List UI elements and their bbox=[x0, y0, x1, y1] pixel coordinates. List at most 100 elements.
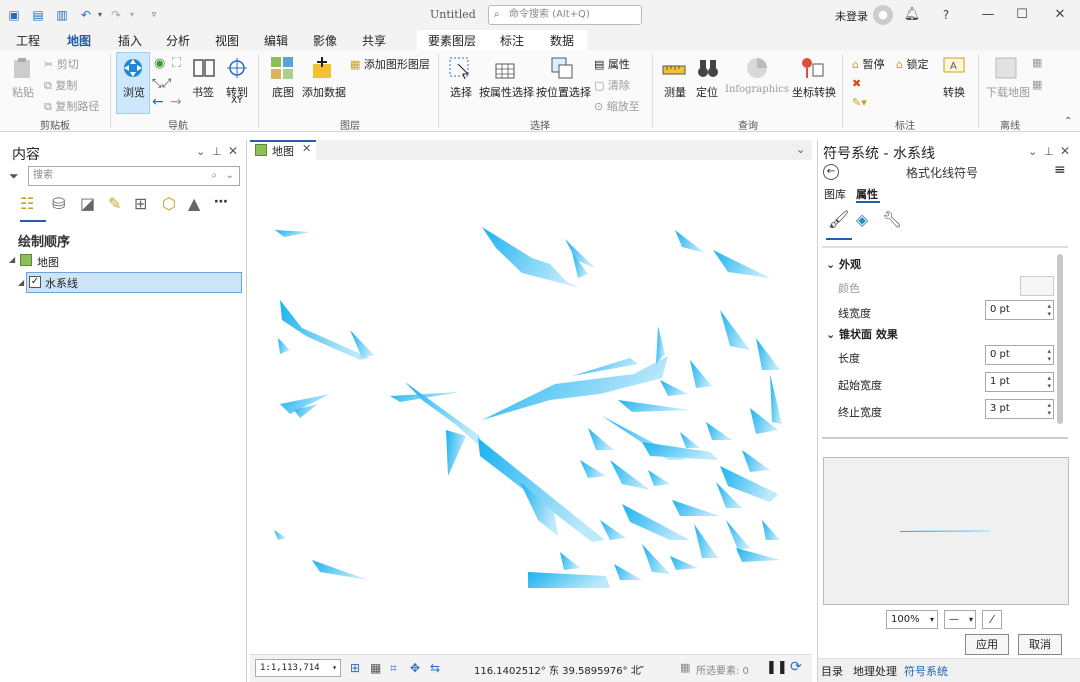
command-search-input[interactable]: ⌕ 命令搜索 (Alt+Q) bbox=[488, 5, 642, 25]
save-icon[interactable]: ▥ bbox=[54, 7, 70, 23]
snapping-icon[interactable]: ⌗ bbox=[390, 661, 397, 676]
pin-icon[interactable]: ⊥ bbox=[212, 145, 222, 158]
help-button[interactable]: ? bbox=[936, 5, 956, 25]
close-pane-icon[interactable]: ✕ bbox=[1060, 144, 1070, 158]
add-graphics-layer-button[interactable]: ▦ 添加图形图层 bbox=[350, 56, 430, 72]
pause-drawing-icon[interactable]: ❚❚ bbox=[766, 660, 788, 675]
color-picker[interactable] bbox=[1020, 276, 1054, 296]
locate-button[interactable]: 定位 bbox=[696, 84, 718, 100]
label-style-icon[interactable]: ✎▾ bbox=[852, 96, 867, 109]
bookmarks-button[interactable]: 书签 bbox=[192, 84, 214, 100]
tabs-dropdown-icon[interactable]: ⌄ bbox=[796, 143, 805, 156]
redo-dropdown-icon[interactable]: ▾ bbox=[124, 7, 140, 23]
maximize-button[interactable]: ☐ bbox=[1012, 5, 1032, 25]
tab-data[interactable]: 数据 bbox=[550, 32, 574, 49]
layer-visibility-checkbox[interactable]: ✓ bbox=[29, 276, 41, 288]
contents-search-input[interactable]: 搜索 ⌕ ⌄ bbox=[28, 166, 240, 186]
attributes-button[interactable]: ▤ 属性 bbox=[594, 56, 630, 72]
collapse-map-icon[interactable]: ◢ bbox=[9, 255, 15, 264]
fixed-zoom-icon[interactable]: ⛶ bbox=[172, 56, 181, 71]
avatar[interactable]: ● bbox=[873, 5, 893, 25]
spinner-icon[interactable]: ▴ ▾ bbox=[1047, 401, 1051, 417]
notification-bell-icon[interactable]: 🔔︎ bbox=[902, 5, 922, 25]
copy-path-button[interactable]: ⧉ 复制路径 bbox=[44, 98, 99, 114]
tab-gallery[interactable]: 图库 bbox=[824, 186, 846, 202]
clear-selection-button[interactable]: ▢ 清除 bbox=[594, 77, 630, 93]
section-appearance[interactable]: ⌄ 外观 bbox=[826, 256, 861, 272]
login-status[interactable]: 未登录 bbox=[835, 8, 868, 24]
end-width-input[interactable]: 3 pt ▴ ▾ bbox=[985, 399, 1054, 419]
layers-icon[interactable]: ◈ bbox=[856, 210, 868, 229]
redo-icon[interactable]: ↷ bbox=[108, 7, 124, 23]
minimize-button[interactable]: — bbox=[978, 5, 998, 25]
crosshair-icon[interactable]: ✥ bbox=[410, 661, 420, 675]
pin-icon[interactable]: ⊥ bbox=[1044, 145, 1054, 158]
tab-geoprocessing[interactable]: 地理处理 bbox=[853, 663, 897, 679]
tab-analysis[interactable]: 分析 bbox=[166, 32, 190, 49]
menu-icon[interactable]: ≡ bbox=[1054, 162, 1066, 178]
grid-icon[interactable]: ▦ bbox=[370, 661, 381, 675]
splitter[interactable] bbox=[822, 437, 1068, 439]
select-by-location-button[interactable]: 按位置选择 bbox=[536, 84, 591, 100]
editing-view-icon[interactable]: ✎ bbox=[108, 194, 121, 213]
basemap-button[interactable]: 底图 bbox=[272, 84, 294, 100]
infographics-button[interactable]: Infographics bbox=[725, 84, 789, 95]
pause-labels-button[interactable]: ⌂ 暂停 bbox=[852, 56, 884, 72]
scale-selector[interactable]: 1:1,113,714 ▾ bbox=[255, 659, 341, 677]
close-pane-icon[interactable]: ✕ bbox=[228, 144, 238, 158]
map-canvas[interactable] bbox=[250, 160, 812, 654]
brush-icon[interactable]: 🖌︎ bbox=[828, 210, 850, 230]
undo-dropdown-icon[interactable]: ▾ bbox=[92, 7, 108, 23]
unplaced-labels-icon[interactable]: ✖ bbox=[852, 77, 861, 90]
open-icon[interactable]: ▤ bbox=[30, 7, 46, 23]
convert-labels-button[interactable]: 转换 bbox=[943, 84, 965, 100]
apply-button[interactable]: 应用 bbox=[965, 634, 1009, 655]
close-tab-icon[interactable]: ✕ bbox=[302, 142, 311, 155]
customize-quick-access-icon[interactable]: ▿ bbox=[146, 7, 162, 23]
constrain-icon[interactable]: ⊞ bbox=[350, 661, 360, 675]
tab-project[interactable]: 工程 bbox=[16, 32, 40, 49]
line-width-input[interactable]: 0 pt ▴ ▾ bbox=[985, 300, 1054, 320]
spinner-icon[interactable]: ▴ ▾ bbox=[1047, 347, 1051, 363]
select-button[interactable]: 选择 bbox=[450, 84, 472, 100]
tab-map[interactable]: 地图 bbox=[67, 32, 92, 52]
labeling-view-icon[interactable]: ⬡ bbox=[162, 194, 176, 213]
cut-button[interactable]: ✂ 剪切 bbox=[44, 56, 79, 72]
reset-preview-icon[interactable]: ⁄ bbox=[982, 610, 1002, 629]
chevron-down-icon[interactable]: ⌄ bbox=[226, 167, 234, 185]
next-extent-icon[interactable]: → bbox=[170, 94, 182, 110]
tab-symbology[interactable]: 符号系统 bbox=[904, 663, 948, 679]
project-icon[interactable]: ▣ bbox=[6, 7, 22, 23]
full-extent-icon[interactable]: ◉ bbox=[154, 56, 165, 71]
preview-background-select[interactable]: — ▾ bbox=[944, 610, 976, 629]
sync-icon[interactable]: ▦ bbox=[1032, 56, 1042, 69]
collapse-ribbon-icon[interactable]: ⌃ bbox=[1064, 116, 1072, 127]
add-data-button[interactable]: 添加数据 bbox=[302, 84, 346, 100]
length-input[interactable]: 0 pt ▴ ▾ bbox=[985, 345, 1054, 365]
perspective-view-icon[interactable]: ▲ bbox=[188, 194, 200, 213]
data-source-icon[interactable]: ⛁ bbox=[52, 194, 65, 213]
snapping-view-icon[interactable]: ⊞ bbox=[134, 194, 147, 213]
collapse-layer-icon[interactable]: ◢ bbox=[18, 278, 24, 287]
paste-button[interactable]: 粘贴 bbox=[12, 84, 34, 100]
tab-feature-layer[interactable]: 要素图层 bbox=[428, 32, 476, 49]
drawing-order-icon[interactable]: ☷ bbox=[20, 194, 44, 218]
previous-extent-icon[interactable]: ← bbox=[152, 94, 164, 110]
remove-offline-icon[interactable]: ▦ bbox=[1032, 78, 1042, 91]
tab-edit[interactable]: 编辑 bbox=[264, 32, 288, 49]
section-tapered-effect[interactable]: ⌄ 锥状面 效果 bbox=[826, 326, 898, 342]
select-by-attributes-button[interactable]: 按属性选择 bbox=[479, 84, 534, 100]
close-button[interactable]: ✕ bbox=[1050, 5, 1070, 25]
more-options-icon[interactable]: ⋯ bbox=[214, 194, 228, 210]
back-arrow-icon[interactable]: ← bbox=[823, 164, 839, 180]
tab-view[interactable]: 视图 bbox=[215, 32, 239, 49]
selection-view-icon[interactable]: ◪ bbox=[80, 194, 95, 213]
pane-options-icon[interactable]: ⌄ bbox=[1028, 145, 1037, 158]
start-width-input[interactable]: 1 pt ▴ ▾ bbox=[985, 372, 1054, 392]
copy-button[interactable]: ⧉ 复制 bbox=[44, 77, 77, 93]
pane-options-icon[interactable]: ⌄ bbox=[196, 145, 205, 158]
zoom-to-selection-button[interactable]: ⊙ 缩放至 bbox=[594, 98, 640, 114]
coordinate-format-dropdown-icon[interactable]: ⌄ bbox=[638, 661, 646, 671]
zoom-in-fixed-icon[interactable]: ⤡⤢ bbox=[152, 76, 171, 91]
measure-button[interactable]: 测量 bbox=[664, 84, 686, 100]
